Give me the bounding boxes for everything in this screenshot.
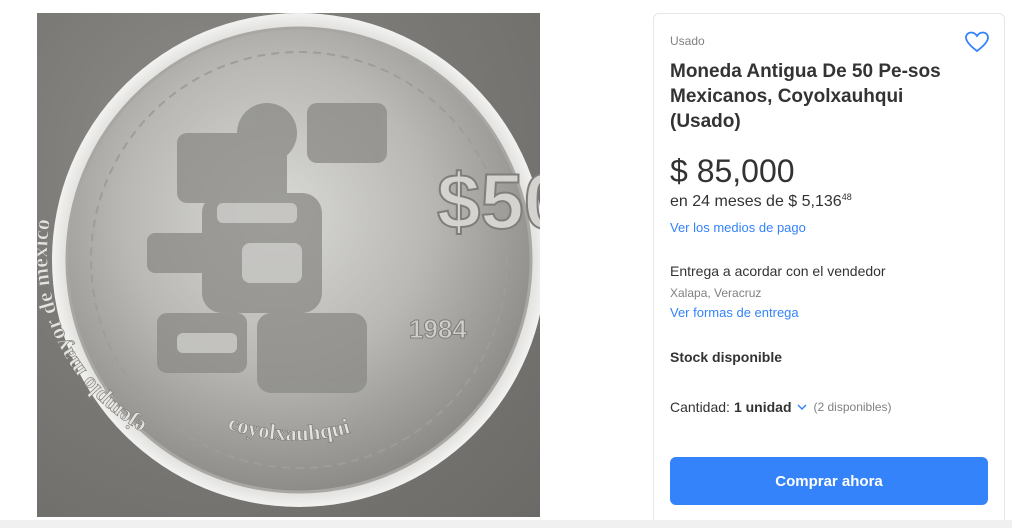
price: $ 85,000 bbox=[670, 153, 795, 189]
coin-image: $50 1984 ejemplo mayor de méxico coyolxa… bbox=[37, 13, 540, 507]
product-image[interactable]: $50 1984 ejemplo mayor de méxico coyolxa… bbox=[37, 13, 540, 517]
quantity-selector[interactable]: Cantidad: 1 unidad (2 disponibles) bbox=[670, 399, 892, 415]
coin-denomination: $50 bbox=[437, 157, 540, 245]
purchase-panel: Usado Moneda Antigua De 50 Pe-sos Mexica… bbox=[653, 13, 1005, 528]
payment-methods-link[interactable]: Ver los medios de pago bbox=[670, 220, 806, 235]
coin-year: 1984 bbox=[409, 314, 467, 344]
product-title: Moneda Antigua De 50 Pe-sos Mexicanos, C… bbox=[670, 61, 941, 132]
stock-status: Stock disponible bbox=[670, 349, 783, 365]
delivery-info: Entrega a acordar con el vendedor bbox=[670, 263, 886, 279]
installments: en 24 meses de $ 5,13648 bbox=[670, 192, 852, 211]
available-count: (2 disponibles) bbox=[813, 400, 892, 414]
installments-text: en 24 meses de $ 5,136 bbox=[670, 193, 842, 210]
quantity-value[interactable]: 1 unidad bbox=[734, 399, 792, 415]
installments-cents: 48 bbox=[841, 192, 852, 202]
condition-label: Usado bbox=[670, 34, 705, 48]
heart-outline-icon[interactable] bbox=[964, 30, 990, 54]
chevron-down-icon[interactable] bbox=[796, 401, 808, 413]
quantity-label: Cantidad: bbox=[670, 399, 730, 415]
shipping-options-link[interactable]: Ver formas de entrega bbox=[670, 305, 799, 320]
buy-now-button[interactable]: Comprar ahora bbox=[670, 457, 988, 505]
page-bottom-strip bbox=[0, 520, 1012, 528]
seller-location: Xalapa, Veracruz bbox=[670, 286, 762, 300]
